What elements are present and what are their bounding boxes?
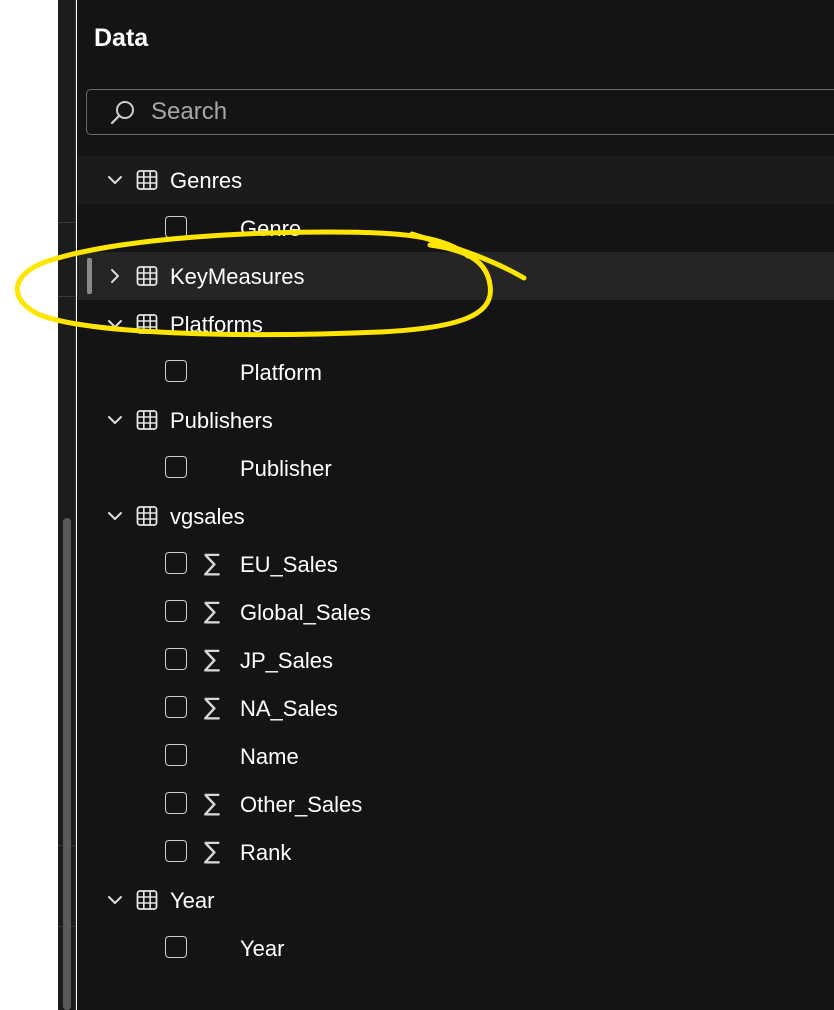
table-node-publishers[interactable]: Publishers <box>77 396 834 444</box>
table-icon <box>136 410 158 430</box>
field-checkbox[interactable] <box>165 792 187 814</box>
chevron-down-icon[interactable] <box>105 506 125 526</box>
field-name: Publisher <box>240 456 332 481</box>
field-checkbox[interactable] <box>165 648 187 670</box>
sigma-icon: ∑ <box>204 549 221 577</box>
field-checkbox[interactable] <box>165 360 187 382</box>
field-item[interactable]: ∑ JP_Sales <box>77 636 834 684</box>
table-node-keymeasures[interactable]: KeyMeasures <box>77 252 834 300</box>
search-box[interactable] <box>86 89 834 135</box>
field-checkbox[interactable] <box>165 552 187 574</box>
table-icon <box>136 314 158 334</box>
table-name: KeyMeasures <box>170 264 305 289</box>
field-checkbox[interactable] <box>165 936 187 958</box>
field-name: JP_Sales <box>240 648 333 673</box>
field-item[interactable]: ∑ Other_Sales <box>77 780 834 828</box>
field-name: EU_Sales <box>240 552 338 577</box>
field-item[interactable]: ∑ Global_Sales <box>77 588 834 636</box>
field-name: Global_Sales <box>240 600 371 625</box>
data-pane: Data Genres Genre KeyMeasures Platforms Plat… <box>77 0 834 1010</box>
field-item[interactable]: Platform <box>77 348 834 396</box>
fields-tree: Genres Genre KeyMeasures Platforms Platform P… <box>77 156 834 972</box>
field-item[interactable]: ∑ Rank <box>77 828 834 876</box>
table-node-genres[interactable]: Genres <box>77 156 834 204</box>
table-name: Genres <box>170 168 243 193</box>
chevron-down-icon[interactable] <box>105 890 125 910</box>
left-gutter <box>0 0 58 1010</box>
table-name: Publishers <box>170 408 273 433</box>
search-input[interactable] <box>151 96 751 128</box>
sigma-icon: ∑ <box>204 597 221 625</box>
field-checkbox[interactable] <box>165 456 187 478</box>
selection-indicator <box>87 258 92 294</box>
pane-title: Data <box>94 24 149 52</box>
field-name: Other_Sales <box>240 792 363 817</box>
field-checkbox[interactable] <box>165 840 187 862</box>
field-name: Platform <box>240 360 322 385</box>
rail-scrollbar[interactable] <box>63 518 71 1010</box>
table-icon <box>136 266 158 286</box>
chevron-down-icon[interactable] <box>105 170 125 190</box>
field-item[interactable]: Name <box>77 732 834 780</box>
sigma-icon: ∑ <box>204 789 221 817</box>
table-name: Platforms <box>170 312 263 337</box>
table-node-year[interactable]: Year <box>77 876 834 924</box>
chevron-right-icon[interactable] <box>105 266 125 286</box>
sigma-icon: ∑ <box>204 837 221 865</box>
screenshot: Data Genres Genre KeyMeasures Platforms Plat… <box>0 0 834 1010</box>
field-item[interactable]: ∑ EU_Sales <box>77 540 834 588</box>
field-name: Rank <box>240 840 292 865</box>
chevron-down-icon[interactable] <box>105 314 125 334</box>
field-checkbox[interactable] <box>165 600 187 622</box>
field-item[interactable]: ∑ NA_Sales <box>77 684 834 732</box>
field-checkbox[interactable] <box>165 696 187 718</box>
table-icon <box>136 170 158 190</box>
table-name: vgsales <box>170 504 245 529</box>
field-name: Name <box>240 744 299 769</box>
field-item[interactable]: Year <box>77 924 834 972</box>
table-icon <box>136 890 158 910</box>
sigma-icon: ∑ <box>204 645 221 673</box>
field-name: Year <box>240 936 285 961</box>
search-icon <box>110 101 134 125</box>
field-item[interactable]: Genre <box>77 204 834 252</box>
field-name: NA_Sales <box>240 696 338 721</box>
field-item[interactable]: Publisher <box>77 444 834 492</box>
table-icon <box>136 506 158 526</box>
sigma-icon: ∑ <box>204 693 221 721</box>
field-checkbox[interactable] <box>165 216 187 238</box>
field-name: Genre <box>240 216 302 241</box>
table-name: Year <box>170 888 215 913</box>
table-node-vgsales[interactable]: vgsales <box>77 492 834 540</box>
chevron-down-icon[interactable] <box>105 410 125 430</box>
table-node-platforms[interactable]: Platforms <box>77 300 834 348</box>
field-checkbox[interactable] <box>165 744 187 766</box>
